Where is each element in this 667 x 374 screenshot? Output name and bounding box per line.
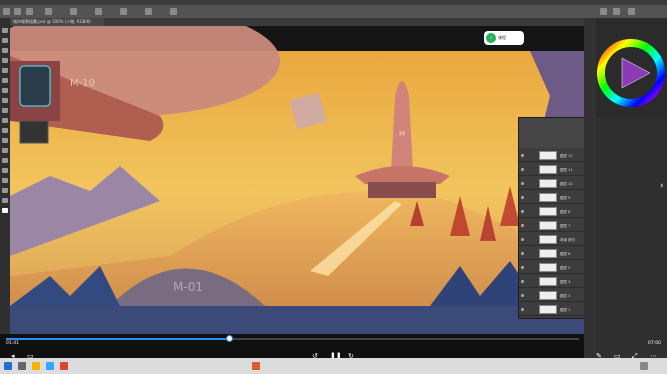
layer-thumbnail bbox=[539, 179, 557, 188]
path-select-icon[interactable] bbox=[2, 188, 8, 193]
layer-thumbnail bbox=[539, 249, 557, 258]
move-tool-icon[interactable] bbox=[3, 8, 10, 15]
eye-icon[interactable] bbox=[521, 182, 524, 185]
opacity-icon[interactable] bbox=[45, 8, 52, 15]
eye-icon[interactable] bbox=[521, 210, 524, 213]
layer-thumbnail bbox=[539, 193, 557, 202]
layer-name: 图层 9 bbox=[560, 196, 571, 200]
tab-document-1[interactable]: 城市場景插畫.psd @ 100% (人物, RGB/8) bbox=[10, 18, 104, 26]
brush-preset-icon[interactable] bbox=[14, 8, 21, 15]
layer-name: 图层 4 bbox=[560, 280, 571, 284]
eye-icon[interactable] bbox=[521, 294, 524, 297]
eye-icon[interactable] bbox=[521, 224, 524, 227]
layer-thumbnail bbox=[539, 165, 557, 174]
type-tool-icon[interactable] bbox=[2, 178, 8, 183]
tool-bar bbox=[0, 18, 10, 358]
healing-brush-icon[interactable] bbox=[2, 88, 8, 93]
stamp-tool-icon[interactable] bbox=[2, 108, 8, 113]
chevron-right-icon[interactable]: › bbox=[660, 182, 664, 191]
eye-icon[interactable] bbox=[521, 266, 524, 269]
hangar-label: M-01 bbox=[173, 280, 203, 294]
blur-tool-icon[interactable] bbox=[2, 148, 8, 153]
layer-name: 图层 3 bbox=[560, 294, 571, 298]
layer-name: 图层 7 bbox=[560, 224, 571, 228]
progress-knob[interactable] bbox=[225, 335, 233, 342]
eye-icon[interactable] bbox=[521, 168, 524, 171]
taskbar bbox=[0, 358, 667, 374]
search-icon[interactable] bbox=[18, 362, 26, 370]
eye-icon[interactable] bbox=[521, 252, 524, 255]
layer-name: 图层 11 bbox=[560, 168, 573, 172]
watermark-badge: ✓ 课程 bbox=[484, 31, 524, 45]
layer-thumbnail bbox=[539, 151, 557, 160]
brush-tool-icon[interactable] bbox=[2, 98, 8, 103]
dodge-tool-icon[interactable] bbox=[2, 158, 8, 163]
layer-name: 背景 拷贝 bbox=[560, 238, 576, 242]
layer-name: 图层 10 bbox=[560, 182, 573, 186]
eraser-icon[interactable] bbox=[2, 128, 8, 133]
pen-tool-icon[interactable] bbox=[2, 168, 8, 173]
photoshop-icon[interactable] bbox=[46, 362, 54, 370]
total-time: 07:00 bbox=[648, 341, 661, 346]
layer-name: 图层 5 bbox=[560, 266, 571, 270]
color-wheel[interactable] bbox=[596, 18, 667, 118]
layer-thumbnail bbox=[539, 291, 557, 300]
tower-label: M bbox=[399, 130, 405, 138]
eye-icon[interactable] bbox=[521, 238, 524, 241]
notification-icon[interactable] bbox=[640, 362, 648, 370]
watermark-text: 课程 bbox=[498, 35, 506, 40]
crop-tool-icon[interactable] bbox=[2, 68, 8, 73]
foreground-color-swatch[interactable] bbox=[2, 208, 8, 213]
magic-wand-icon[interactable] bbox=[2, 58, 8, 63]
progress-fill bbox=[6, 338, 230, 340]
layer-thumbnail bbox=[539, 207, 557, 216]
layer-name: 图层 12 bbox=[560, 154, 573, 158]
eye-icon[interactable] bbox=[521, 280, 524, 283]
layer-thumbnail bbox=[539, 305, 557, 314]
share-icon[interactable] bbox=[628, 8, 635, 15]
illustration: M M-01 M-10 bbox=[10, 26, 584, 334]
layer-name: 图层 1 bbox=[560, 308, 571, 312]
layer-name: 图层 6 bbox=[560, 252, 571, 256]
hand-tool-icon[interactable] bbox=[2, 198, 8, 203]
gear-icon[interactable] bbox=[145, 8, 152, 15]
ship-label: M-10 bbox=[70, 78, 95, 89]
history-brush-icon[interactable] bbox=[2, 118, 8, 123]
document-tabs: 城市場景插畫.psd @ 100% (人物, RGB/8) bbox=[10, 18, 584, 26]
workspace-icon[interactable] bbox=[613, 8, 620, 15]
layer-name: 图层 8 bbox=[560, 210, 571, 214]
eye-icon[interactable] bbox=[521, 308, 524, 311]
eye-icon[interactable] bbox=[521, 154, 524, 157]
app-icon[interactable] bbox=[252, 362, 260, 370]
gradient-tool-icon[interactable] bbox=[2, 138, 8, 143]
panel-dock bbox=[584, 18, 596, 358]
browser-icon[interactable] bbox=[60, 362, 68, 370]
layer-thumbnail bbox=[539, 263, 557, 272]
smoothing-icon[interactable] bbox=[120, 8, 127, 15]
eyedropper-icon[interactable] bbox=[2, 78, 8, 83]
current-time: 01:41 bbox=[6, 341, 19, 346]
symmetry-icon[interactable] bbox=[170, 8, 177, 15]
properties-panel bbox=[596, 118, 667, 358]
canvas[interactable]: M M-01 M-10 bbox=[10, 26, 584, 334]
lasso-tool-icon[interactable] bbox=[2, 48, 8, 53]
eye-icon[interactable] bbox=[521, 196, 524, 199]
options-bar bbox=[0, 5, 667, 19]
folder-icon[interactable] bbox=[32, 362, 40, 370]
layer-thumbnail bbox=[539, 277, 557, 286]
flow-icon[interactable] bbox=[70, 8, 77, 15]
airbrush-icon[interactable] bbox=[95, 8, 102, 15]
marquee-tool-icon[interactable] bbox=[2, 38, 8, 43]
color-panel bbox=[596, 18, 667, 118]
logo-icon: ✓ bbox=[486, 33, 496, 43]
layer-thumbnail bbox=[539, 235, 557, 244]
move-tool-icon[interactable] bbox=[2, 28, 8, 33]
mode-icon[interactable] bbox=[26, 8, 33, 15]
start-icon[interactable] bbox=[4, 362, 12, 370]
search-icon[interactable] bbox=[600, 8, 607, 15]
layer-thumbnail bbox=[539, 221, 557, 230]
